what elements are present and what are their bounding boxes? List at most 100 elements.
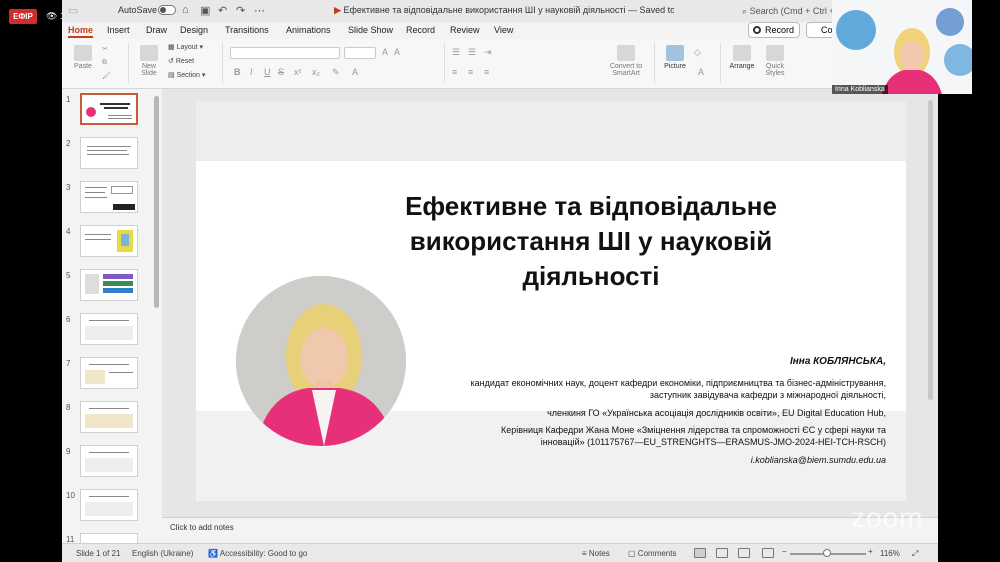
author-portrait[interactable]	[236, 276, 406, 446]
bold-icon[interactable]: B	[234, 67, 241, 77]
thumbnail-line	[85, 192, 105, 193]
separator	[444, 43, 445, 83]
author-credential[interactable]: Керівниця Кафедри Жана Моне «Зміцнення л…	[356, 424, 886, 436]
thumbnail-line	[85, 197, 107, 198]
slide-thumbnail-3[interactable]	[80, 181, 138, 213]
font-size-field[interactable]	[344, 47, 376, 59]
thumbnail-number: 9	[66, 447, 71, 456]
author-credential[interactable]: заступник завідувача кафедри з міжнародн…	[356, 389, 886, 401]
tab-transitions[interactable]: Transitions	[225, 25, 269, 35]
current-slide[interactable]: Ефективне та відповідальне використання …	[196, 101, 906, 501]
zoom-out-icon[interactable]: −	[782, 547, 787, 556]
workspace-scrollbar[interactable]	[928, 100, 933, 400]
reading-view-button[interactable]	[738, 548, 750, 558]
zoom-level[interactable]: 116%	[880, 549, 900, 558]
slide-sorter-button[interactable]	[716, 548, 728, 558]
italic-icon[interactable]: I	[250, 67, 253, 77]
notes-label: Notes	[588, 549, 610, 558]
save-icon[interactable]: ▣	[200, 4, 210, 17]
slide-thumbnail-9[interactable]	[80, 445, 138, 477]
strikethrough-icon[interactable]: S	[278, 67, 284, 77]
tab-animations[interactable]: Animations	[286, 25, 331, 35]
thumbnail-line	[89, 452, 129, 453]
indent-icon[interactable]: ⇥	[484, 47, 492, 58]
increase-font-icon[interactable]: A	[382, 47, 388, 57]
font-color-icon[interactable]: A	[352, 67, 358, 77]
highlight-icon[interactable]: ✎	[332, 67, 340, 78]
slide-thumbnail-6[interactable]	[80, 313, 138, 345]
document-title-text: Ефективне та відповідальне використання …	[343, 5, 674, 15]
comments-toggle[interactable]: ▢ Comments	[628, 549, 676, 558]
language-status[interactable]: English (Ukraine)	[132, 549, 193, 558]
numbering-icon[interactable]: ☰	[468, 47, 476, 58]
slide-thumbnail-1[interactable]	[80, 93, 138, 125]
author-credential[interactable]: кандидат економічних наук, доцент кафедр…	[356, 377, 887, 389]
section-button[interactable]: ▤ Section ▾	[168, 71, 205, 79]
align-right-icon[interactable]: ≡	[484, 67, 489, 77]
arrange-button[interactable]: Arrange	[726, 45, 758, 70]
align-left-icon[interactable]: ≡	[452, 67, 457, 77]
notes-pane[interactable]: Click to add notes	[162, 517, 938, 543]
bullets-icon[interactable]: ☰	[452, 47, 460, 58]
slide-thumbnail-5[interactable]	[80, 269, 138, 301]
superscript-icon[interactable]: x²	[294, 67, 302, 77]
tab-record[interactable]: Record	[406, 25, 435, 35]
paste-icon	[74, 45, 92, 61]
slideshow-button[interactable]	[762, 548, 774, 558]
thumbnail-line	[87, 154, 129, 155]
slide-thumbnail-4[interactable]	[80, 225, 138, 257]
more-icon[interactable]: ⋯	[254, 4, 265, 17]
tab-view[interactable]: View	[494, 25, 513, 35]
slide-thumbnail-10[interactable]	[80, 489, 138, 521]
tab-home[interactable]: Home	[68, 25, 94, 38]
format-painter-icon[interactable]: 🖌	[102, 72, 111, 80]
decrease-font-icon[interactable]: A	[394, 47, 400, 57]
tab-slide-show[interactable]: Slide Show	[348, 25, 393, 35]
tab-design[interactable]: Design	[180, 25, 208, 35]
tab-draw[interactable]: Draw	[146, 25, 167, 35]
font-name-field[interactable]	[230, 47, 340, 59]
slide-title[interactable]: Ефективне та відповідальне використання …	[346, 189, 836, 294]
thumbnail-number: 1	[66, 95, 71, 104]
underline-icon[interactable]: U	[264, 67, 271, 77]
home-icon[interactable]: ⌂	[182, 4, 189, 16]
record-button[interactable]: Record	[748, 22, 800, 38]
text-box-icon[interactable]: A	[698, 67, 704, 77]
slide-thumbnail-7[interactable]	[80, 357, 138, 389]
cut-icon[interactable]: ✂	[102, 45, 108, 53]
slide-thumbnail-2[interactable]	[80, 137, 138, 169]
subscript-icon[interactable]: x₂	[312, 67, 320, 77]
zoom-in-icon[interactable]: +	[868, 547, 873, 556]
undo-icon[interactable]: ↶	[218, 4, 227, 17]
copy-icon[interactable]: ⧉	[102, 59, 107, 67]
new-slide-button[interactable]: New Slide	[134, 45, 164, 77]
live-badge: ЕФІР	[9, 9, 37, 24]
normal-view-button[interactable]	[694, 548, 706, 558]
autosave-toggle[interactable]	[158, 5, 176, 15]
notes-toggle[interactable]: ≡ Notes	[582, 549, 610, 558]
fit-to-window-icon[interactable]: ⤢	[912, 549, 918, 559]
shapes-icon[interactable]: ◇	[694, 47, 701, 58]
quick-styles-button[interactable]: Quick Styles	[760, 45, 790, 77]
redo-icon[interactable]: ↷	[236, 4, 245, 17]
reset-button[interactable]: ↺ Reset	[168, 57, 194, 65]
layout-button[interactable]: ▦ Layout ▾	[168, 43, 203, 51]
thumbnail-box	[85, 274, 99, 294]
tab-review[interactable]: Review	[450, 25, 480, 35]
arrange-label: Arrange	[729, 63, 755, 70]
comments-label: Comments	[637, 549, 677, 558]
zoom-slider-handle[interactable]	[823, 549, 831, 557]
thumbnails-scrollbar[interactable]	[154, 96, 159, 308]
accessibility-status[interactable]: ♿ Accessibility: Good to go	[208, 549, 307, 558]
slide-thumbnail-8[interactable]	[80, 401, 138, 433]
picture-button[interactable]: Picture	[660, 45, 690, 70]
paste-button[interactable]: Paste	[68, 45, 98, 70]
convert-smartart-button[interactable]: Convert to SmartArt	[604, 45, 648, 77]
author-credential[interactable]: інновацій» (101175767—EU_STRENGHTS—ERASM…	[356, 436, 886, 448]
sidebar-icon[interactable]: ▭	[68, 4, 78, 17]
author-credential[interactable]: членкиня ГО «Українська асоціація дослід…	[356, 407, 886, 419]
author-name[interactable]: Інна КОБЛЯНСЬКА,	[616, 356, 886, 367]
align-center-icon[interactable]: ≡	[468, 67, 473, 77]
author-email[interactable]: i.koblianska@biem.sumdu.edu.ua	[676, 455, 886, 465]
tab-insert[interactable]: Insert	[107, 25, 130, 35]
